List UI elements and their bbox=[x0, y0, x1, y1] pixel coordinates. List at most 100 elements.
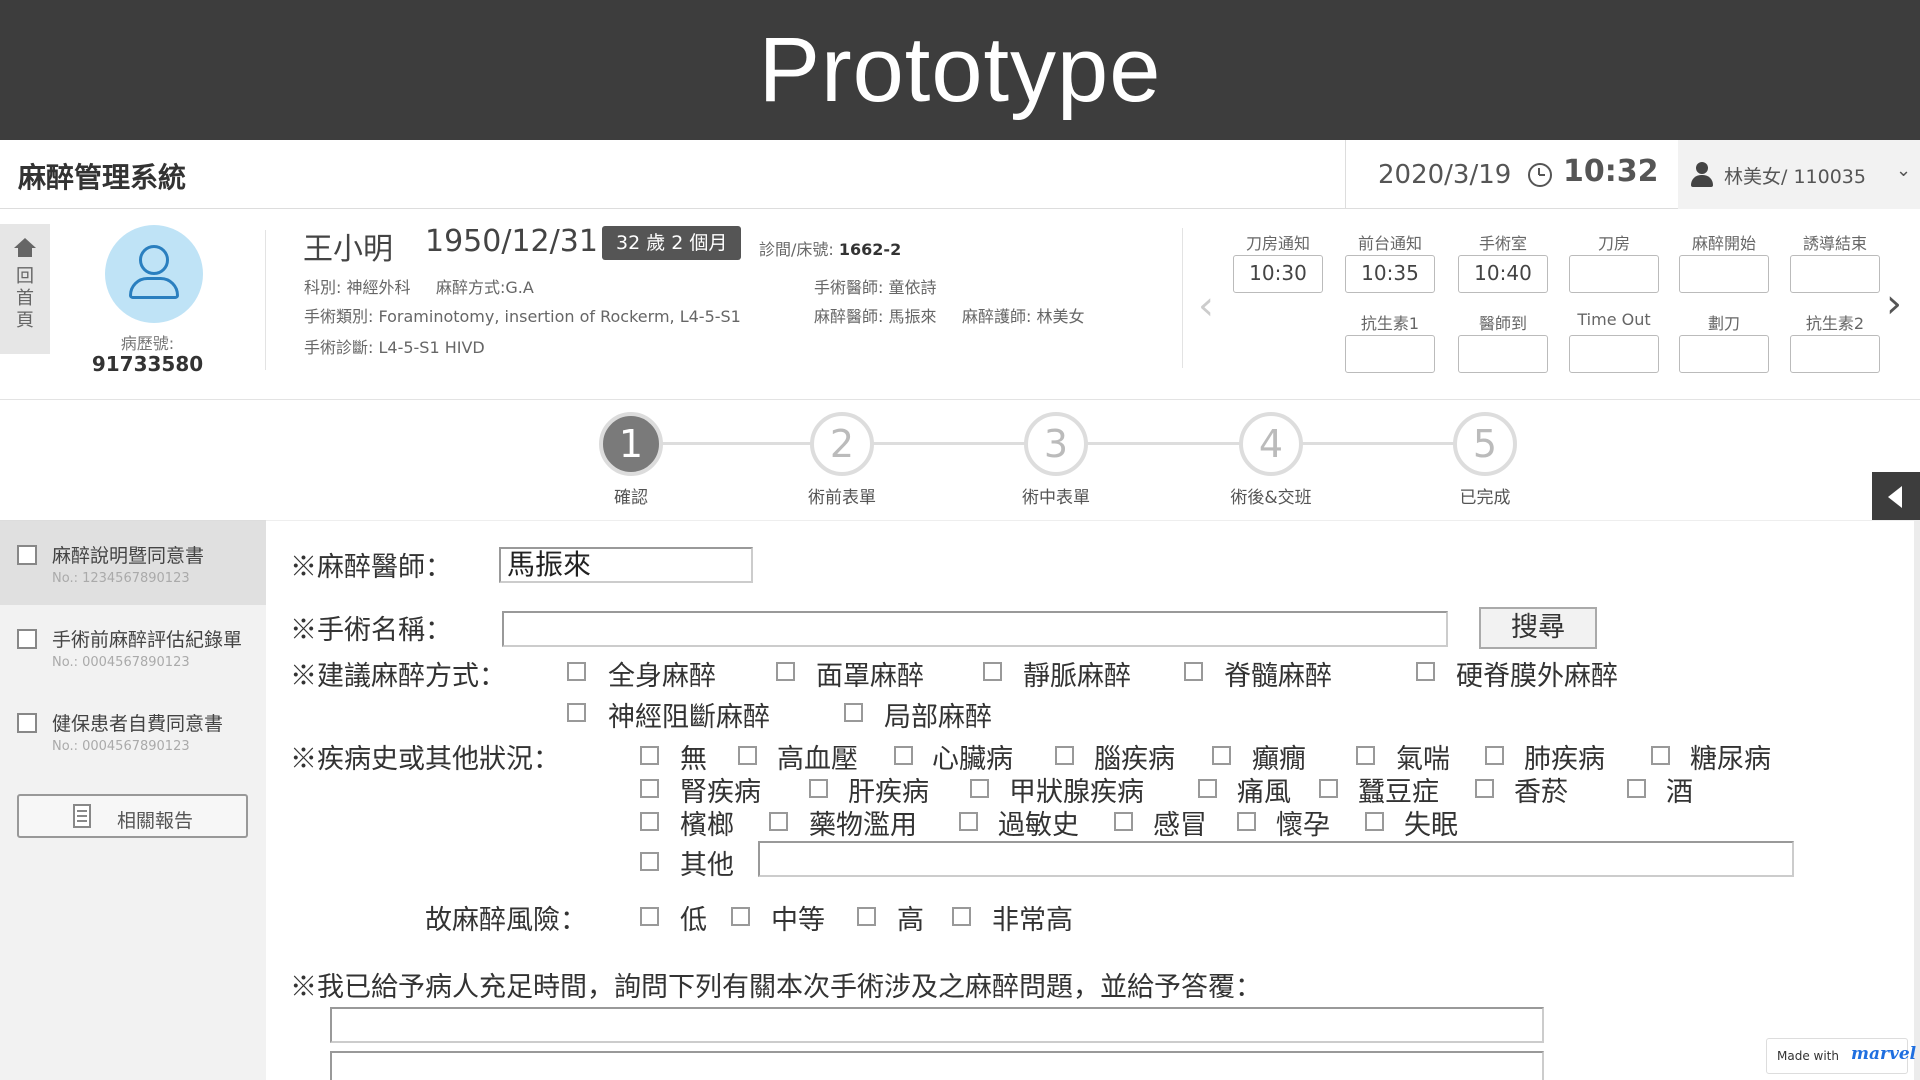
scrollbar[interactable] bbox=[1914, 520, 1920, 1080]
condition-checkbox[interactable] bbox=[1237, 812, 1256, 831]
condition-checkbox[interactable] bbox=[959, 812, 978, 831]
condition-checkbox[interactable] bbox=[809, 779, 828, 798]
doc-checkbox[interactable] bbox=[17, 713, 37, 733]
home-button[interactable]: 回 首 頁 bbox=[0, 224, 50, 354]
risk-option: 低 bbox=[680, 905, 707, 936]
other-condition-input[interactable] bbox=[758, 841, 1794, 877]
time-field[interactable] bbox=[1569, 335, 1659, 373]
method-checkbox[interactable] bbox=[567, 703, 586, 722]
condition-checkbox[interactable] bbox=[1475, 779, 1494, 798]
time-field[interactable] bbox=[1345, 335, 1435, 373]
time-field[interactable]: 10:30 bbox=[1233, 255, 1323, 293]
app-name: 麻醉管理系統 bbox=[18, 161, 187, 194]
condition-checkbox[interactable] bbox=[1319, 779, 1338, 798]
patient-dob: 1950/12/31 bbox=[425, 224, 598, 259]
condition-option: 酒 bbox=[1666, 777, 1693, 808]
app-screen: 麻醉管理系統 2020/3/19 10:32 林美女/ 110035 ⌄ 回 首… bbox=[0, 140, 1920, 1080]
patient-divider bbox=[265, 230, 266, 370]
time-field[interactable] bbox=[1790, 335, 1880, 373]
current-date: 2020/3/19 bbox=[1378, 160, 1512, 190]
step-3[interactable]: 3 bbox=[1024, 412, 1088, 476]
method-checkbox[interactable] bbox=[1184, 662, 1203, 681]
condition-option: 其他 bbox=[680, 850, 734, 881]
risk-checkbox[interactable] bbox=[731, 907, 750, 926]
timeline-prev-icon[interactable]: ‹ bbox=[1198, 286, 1214, 326]
step-4[interactable]: 4 bbox=[1239, 412, 1303, 476]
condition-checkbox[interactable] bbox=[1055, 746, 1074, 765]
step-5[interactable]: 5 bbox=[1453, 412, 1517, 476]
condition-checkbox[interactable] bbox=[640, 812, 659, 831]
condition-checkbox[interactable] bbox=[640, 779, 659, 798]
condition-checkbox[interactable] bbox=[970, 779, 989, 798]
anesthesiologist-input[interactable]: 馬振來 bbox=[499, 547, 753, 583]
step-2[interactable]: 2 bbox=[810, 412, 874, 476]
condition-checkbox[interactable] bbox=[1485, 746, 1504, 765]
chevron-down-icon[interactable]: ⌄ bbox=[1896, 160, 1911, 181]
surgery-name-input[interactable] bbox=[502, 611, 1448, 647]
time-label: 刀房通知 bbox=[1245, 234, 1310, 253]
method-option: 靜脈麻醉 bbox=[1023, 661, 1131, 692]
time-field[interactable] bbox=[1458, 335, 1548, 373]
method-checkbox[interactable] bbox=[567, 662, 586, 681]
condition-checkbox[interactable] bbox=[1212, 746, 1231, 765]
surgery-name-label: ※手術名稱： bbox=[290, 615, 452, 646]
report-button-label: 相關報告 bbox=[117, 810, 194, 832]
condition-checkbox[interactable] bbox=[769, 812, 788, 831]
marvel-logo: marvel bbox=[1851, 1044, 1917, 1064]
condition-checkbox[interactable] bbox=[894, 746, 913, 765]
method-checkbox[interactable] bbox=[844, 703, 863, 722]
risk-checkbox[interactable] bbox=[952, 907, 971, 926]
time-field[interactable]: 10:35 bbox=[1345, 255, 1435, 293]
condition-checkbox[interactable] bbox=[640, 852, 659, 871]
consent-statement: ※我已給予病人充足時間，詢問下列有關本次手術涉及之麻醉問題，並給予答覆： bbox=[290, 972, 1262, 1003]
user-menu[interactable]: 林美女/ 110035 ⌄ bbox=[1678, 140, 1920, 209]
condition-checkbox[interactable] bbox=[1651, 746, 1670, 765]
doc-number: No.: 0004567890123 bbox=[52, 655, 190, 670]
step-label: 確認 bbox=[614, 488, 648, 508]
risk-checkbox[interactable] bbox=[857, 907, 876, 926]
doc-item[interactable]: 手術前麻醉評估紀錄單 No.: 0004567890123 bbox=[0, 605, 266, 689]
doc-item[interactable]: 健保患者自費同意書 No.: 0004567890123 bbox=[0, 689, 266, 773]
risk-option: 非常高 bbox=[992, 905, 1073, 936]
step-1[interactable]: 1 bbox=[599, 412, 663, 476]
header-divider bbox=[1345, 140, 1346, 209]
nurse: 麻醉護師: 林美女 bbox=[962, 307, 1085, 326]
time-field[interactable] bbox=[1569, 255, 1659, 293]
history-label: ※疾病史或其他狀況： bbox=[290, 744, 560, 775]
condition-checkbox[interactable] bbox=[1365, 812, 1384, 831]
condition-checkbox[interactable] bbox=[738, 746, 757, 765]
time-field[interactable]: 10:40 bbox=[1458, 255, 1548, 293]
related-reports-button[interactable]: 相關報告 bbox=[17, 794, 248, 838]
time-field[interactable] bbox=[1679, 335, 1769, 373]
condition-checkbox[interactable] bbox=[1114, 812, 1133, 831]
method-checkbox[interactable] bbox=[776, 662, 795, 681]
condition-checkbox[interactable] bbox=[1198, 779, 1217, 798]
answer-input-1[interactable] bbox=[330, 1007, 1544, 1043]
marvel-badge[interactable]: Made with marvel bbox=[1766, 1038, 1916, 1074]
surgery-type: 手術類別: Foraminotomy, insertion of Rockerm… bbox=[304, 307, 741, 326]
arrow-left-icon bbox=[1888, 486, 1902, 508]
method-checkbox[interactable] bbox=[1416, 662, 1435, 681]
time-field[interactable] bbox=[1679, 255, 1769, 293]
answer-input-2[interactable] bbox=[330, 1051, 1544, 1080]
risk-checkbox[interactable] bbox=[640, 907, 659, 926]
condition-checkbox[interactable] bbox=[1356, 746, 1375, 765]
age-badge: 32 歲 2 個月 bbox=[602, 226, 742, 260]
time-field[interactable] bbox=[1790, 255, 1880, 293]
doc-checkbox[interactable] bbox=[17, 545, 37, 565]
method-checkbox[interactable] bbox=[983, 662, 1002, 681]
clock-icon bbox=[1528, 163, 1552, 187]
condition-checkbox[interactable] bbox=[1627, 779, 1646, 798]
doc-checkbox[interactable] bbox=[17, 629, 37, 649]
search-button[interactable]: 搜尋 bbox=[1479, 607, 1597, 649]
timeline-next-icon[interactable]: › bbox=[1886, 284, 1902, 324]
condition-checkbox[interactable] bbox=[640, 746, 659, 765]
timeline-divider bbox=[1182, 228, 1183, 368]
condition-option: 糖尿病 bbox=[1690, 744, 1771, 775]
current-time: 10:32 bbox=[1563, 154, 1659, 189]
method-option: 脊髓麻醉 bbox=[1224, 661, 1332, 692]
doc-item[interactable]: 麻醉說明暨同意書 No.: 1234567890123 bbox=[0, 521, 266, 605]
collapse-panel-button[interactable] bbox=[1872, 472, 1920, 522]
risk-option: 中等 bbox=[771, 905, 825, 936]
time-label: 刀房 bbox=[1597, 234, 1630, 253]
